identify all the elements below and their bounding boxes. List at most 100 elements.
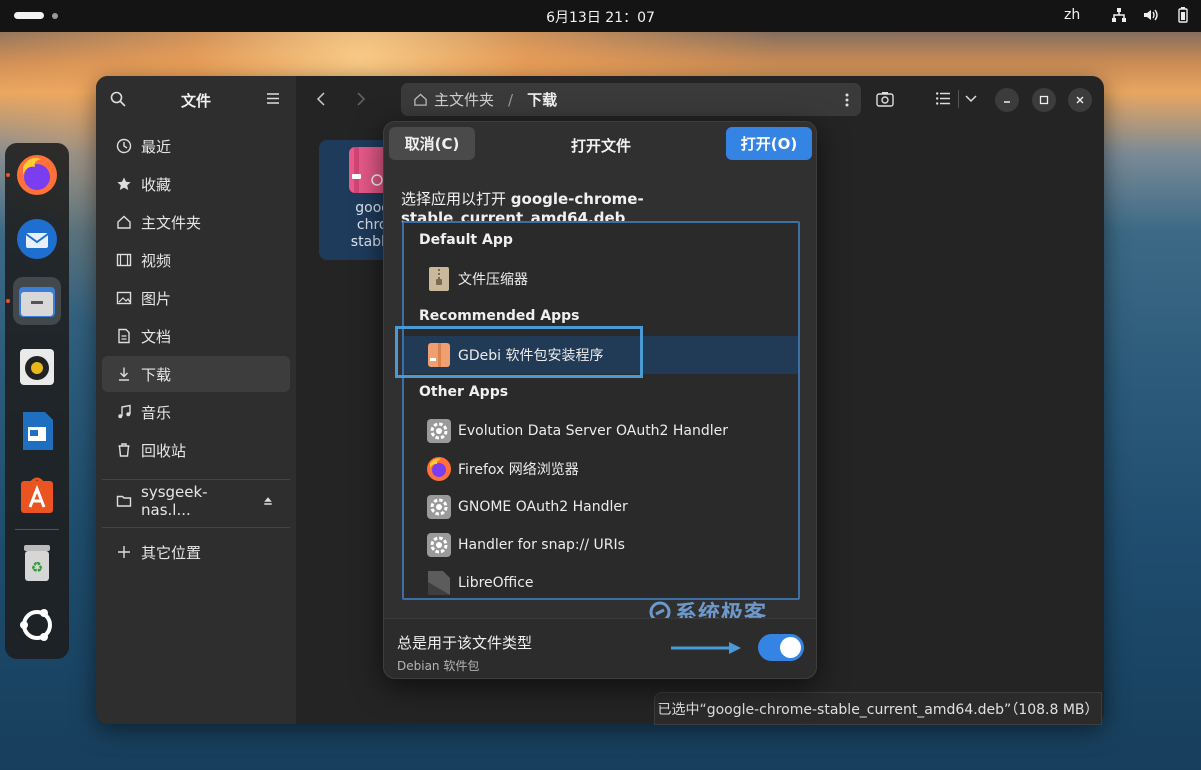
minimize-button[interactable] [995, 88, 1019, 112]
sidebar-item-label: 图片 [141, 289, 172, 308]
sidebar-item-home[interactable]: 主文件夹 [102, 204, 290, 240]
maximize-icon [1039, 95, 1049, 105]
folder-icon [116, 495, 132, 507]
menu-icon[interactable] [267, 93, 279, 104]
system-tray[interactable] [1110, 6, 1192, 24]
group-other-apps: Other Apps [419, 384, 509, 400]
sidebar-item-other-locations[interactable]: 其它位置 [102, 534, 290, 570]
sidebar-item-music[interactable]: 音乐 [102, 394, 290, 430]
sidebar-item-starred[interactable]: 收藏 [102, 166, 290, 202]
app-item-eds-oauth2[interactable]: Evolution Data Server OAuth2 Handler [404, 412, 798, 450]
open-button[interactable]: 打开(O) [726, 127, 812, 160]
clock[interactable]: 6月13日 21：07 [0, 7, 1201, 27]
sidebar-item-label: 收藏 [141, 175, 172, 194]
sidebar-item-label: 其它位置 [141, 543, 202, 562]
volume-icon [1144, 9, 1158, 21]
app-name: LibreOffice [458, 575, 534, 591]
sidebar-title: 文件 [180, 92, 211, 110]
image-icon [116, 291, 132, 305]
open-with-dialog: 取消(C) 打开文件 打开(O) 选择应用以打开 google-chrome-s… [383, 121, 817, 679]
recommended-app-highlight [395, 326, 643, 378]
music-icon [118, 404, 131, 419]
maximize-button[interactable] [1032, 88, 1056, 112]
toolbar-divider [958, 90, 959, 108]
running-indicator [6, 299, 10, 303]
top-bar: 6月13日 21：07 zh [0, 0, 1201, 32]
home-icon [117, 215, 131, 229]
libreoffice-icon [426, 570, 452, 596]
input-language[interactable]: zh [1064, 7, 1080, 23]
file-type-label: Debian 软件包 [397, 659, 480, 673]
sidebar-item-label: 视频 [141, 251, 172, 270]
forward-icon[interactable] [356, 92, 366, 106]
network-icon [1112, 8, 1126, 22]
sidebar-item-recent[interactable]: 最近 [102, 128, 290, 164]
app-item-gnome-oauth2[interactable]: GNOME OAuth2 Handler [404, 488, 798, 526]
gear-icon [426, 532, 452, 558]
minimize-icon [1004, 101, 1010, 103]
writer-icon[interactable] [13, 407, 61, 455]
app-item-snap-handler[interactable]: Handler for snap:// URIs [404, 526, 798, 564]
svg-text:♻: ♻ [31, 560, 44, 576]
toggle-knob [780, 637, 801, 658]
gear-icon [426, 418, 452, 444]
app-item-libreoffice[interactable]: LibreOffice [404, 564, 798, 598]
home-icon [414, 93, 427, 106]
chevron-down-icon[interactable] [965, 95, 977, 103]
app-center-icon[interactable] [13, 471, 61, 519]
app-item-archive-manager[interactable]: 文件压缩器 [404, 260, 798, 298]
thunderbird-icon[interactable] [13, 215, 61, 263]
sidebar-separator [102, 479, 290, 480]
selection-status: 已选中“google-chrome-stable_current_amd64.d… [654, 692, 1102, 725]
arrow-annotation-icon [671, 642, 741, 654]
gear-icon [426, 494, 452, 520]
close-button[interactable] [1068, 88, 1092, 112]
breadcrumb-current[interactable]: 下载 [527, 89, 557, 110]
sidebar-item-documents[interactable]: 文档 [102, 318, 290, 354]
sidebar-item-downloads[interactable]: 下载 [102, 356, 290, 392]
sidebar-item-pictures[interactable]: 图片 [102, 280, 290, 316]
files-icon[interactable] [13, 277, 61, 325]
eject-icon[interactable] [262, 495, 274, 507]
breadcrumb-home[interactable]: 主文件夹 [434, 89, 494, 110]
sidebar-separator [102, 527, 290, 528]
clock-icon [116, 138, 132, 154]
status-text: 已选中“google-chrome-stable_current_amd64.d… [657, 701, 1099, 718]
firefox-icon[interactable] [13, 151, 61, 199]
search-folder-icon[interactable] [876, 91, 894, 107]
back-icon[interactable] [316, 92, 326, 106]
more-options-icon[interactable] [845, 93, 849, 107]
app-name: Handler for snap:// URIs [458, 537, 625, 553]
app-name: Firefox 网络浏览器 [458, 462, 579, 478]
list-view-icon[interactable] [936, 92, 950, 105]
ubuntu-apps-icon[interactable] [13, 601, 61, 649]
dialog-footer: 总是用于该文件类型 Debian 软件包 [384, 618, 816, 678]
dock-separator [15, 529, 59, 530]
dock: ♻ [5, 143, 69, 659]
close-icon [1076, 96, 1084, 104]
video-icon [116, 253, 132, 267]
always-use-label: 总是用于该文件类型 [397, 634, 533, 652]
app-item-firefox[interactable]: Firefox 网络浏览器 [404, 450, 798, 488]
trash-icon [118, 443, 130, 457]
group-recommended-apps: Recommended Apps [419, 308, 580, 324]
sidebar-item-label: 下载 [141, 365, 172, 384]
always-use-toggle[interactable] [758, 634, 804, 661]
app-list: Default App 文件压缩器 Recommended Apps GDebi… [402, 221, 800, 600]
app-name: Evolution Data Server OAuth2 Handler [458, 423, 729, 439]
sidebar-item-network-drive[interactable]: sysgeek-nas.l... [102, 483, 290, 519]
header-bar: 主文件夹 / 下载 [296, 76, 1104, 122]
battery-icon [1178, 7, 1188, 23]
plus-icon [118, 546, 130, 558]
sidebar-item-label: 音乐 [141, 403, 172, 422]
sidebar-item-trash[interactable]: 回收站 [102, 432, 290, 468]
star-icon [117, 177, 131, 190]
sidebar: 文件 最近 收藏 主文件夹 视频 图片 文档 下载 音乐 回收站 sysgeek… [96, 76, 296, 724]
archive-icon [426, 266, 452, 292]
sidebar-item-label: 回收站 [141, 441, 187, 460]
document-icon [118, 328, 130, 344]
sidebar-item-videos[interactable]: 视频 [102, 242, 290, 278]
rhythmbox-icon[interactable] [13, 343, 61, 391]
trash-icon[interactable]: ♻ [13, 539, 61, 587]
path-bar[interactable]: 主文件夹 / 下载 [401, 83, 861, 116]
